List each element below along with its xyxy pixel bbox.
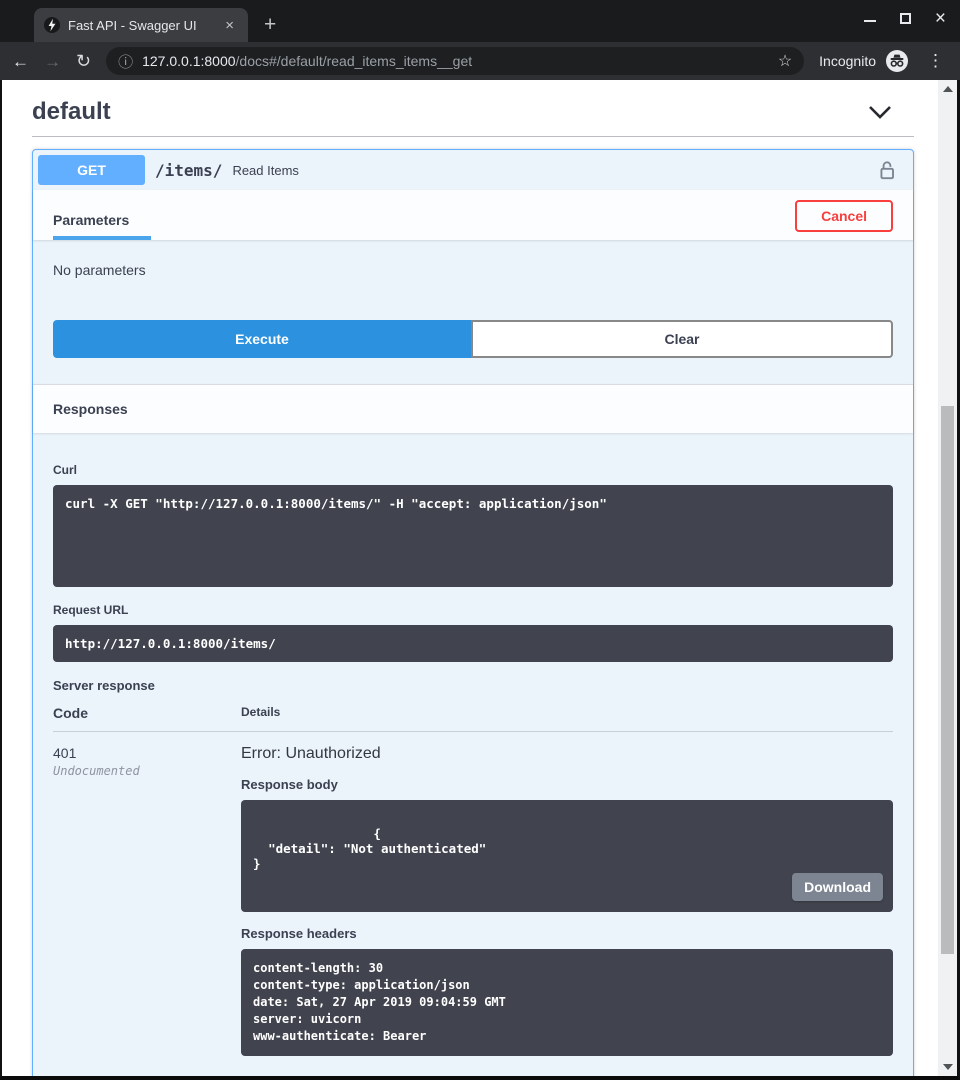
clear-button[interactable]: Clear [471, 320, 893, 358]
response-headers-block: content-length: 30 content-type: applica… [241, 949, 893, 1056]
status-code: 401 [53, 745, 241, 761]
tab-strip: Fast API - Swagger UI × + × [0, 0, 960, 42]
minimize-button[interactable] [864, 15, 876, 22]
tab-close-icon[interactable]: × [221, 17, 238, 34]
response-body-block: { "detail": "Not authenticated" } Downlo… [241, 800, 893, 912]
forward-icon[interactable]: → [44, 53, 61, 70]
column-header-code: Code [53, 705, 241, 732]
response-body-label: Response body [241, 777, 893, 792]
request-url-value: http://127.0.0.1:8000/items/ [53, 625, 893, 662]
curl-label: Curl [53, 463, 893, 477]
column-header-details: Details [241, 705, 893, 732]
incognito-indicator: Incognito [819, 50, 908, 72]
response-headers-label: Response headers [241, 926, 893, 941]
section-divider [32, 136, 914, 137]
scrollbar-down-arrow-icon[interactable] [943, 1064, 953, 1070]
method-badge: GET [38, 155, 145, 185]
unlock-icon[interactable] [878, 160, 896, 181]
url-text: 127.0.0.1:8000/docs#/default/read_items_… [142, 53, 472, 69]
responses-body: Curl curl -X GET "http://127.0.0.1:8000/… [33, 433, 913, 1076]
window-controls: × [864, 13, 946, 24]
execute-button[interactable]: Execute [53, 320, 471, 358]
reload-icon[interactable]: ↻ [76, 52, 91, 70]
parameters-header: Parameters Cancel [33, 190, 913, 240]
scrollbar[interactable] [938, 80, 957, 1076]
chevron-down-icon[interactable] [868, 105, 892, 119]
response-details-cell: Error: Unauthorized Response body { "det… [241, 732, 893, 1056]
server-response-label: Server response [53, 678, 893, 693]
swagger-page: default GET /items/ Read Items [2, 80, 938, 1076]
url-host: 127.0.0.1:8000 [142, 53, 235, 69]
request-url-label: Request URL [53, 603, 893, 617]
bookmark-star-icon[interactable]: ☆ [778, 51, 792, 71]
page-info-icon[interactable]: ⓘ [118, 51, 133, 72]
url-path: /docs#/default/read_items_items__get [236, 53, 473, 69]
browser-toolbar: ← → ↻ ⓘ 127.0.0.1:8000/docs#/default/rea… [0, 42, 960, 80]
scrollbar-thumb[interactable] [941, 406, 954, 954]
address-bar[interactable]: ⓘ 127.0.0.1:8000/docs#/default/read_item… [106, 47, 804, 75]
execute-row: Execute Clear [33, 306, 913, 384]
cancel-button[interactable]: Cancel [795, 200, 893, 232]
error-status-text: Error: Unauthorized [241, 745, 893, 763]
tab-title: Fast API - Swagger UI [68, 18, 213, 33]
browser-tab[interactable]: Fast API - Swagger UI × [34, 8, 248, 42]
window-close-button[interactable]: × [935, 13, 946, 24]
favicon-fastapi-icon [44, 17, 60, 33]
opblock-get-items: GET /items/ Read Items Parameters Cancel… [32, 149, 914, 1076]
operation-summary[interactable]: GET /items/ Read Items [33, 150, 913, 190]
maximize-button[interactable] [900, 13, 911, 24]
documented-responses-label: Responses [53, 1074, 893, 1076]
new-tab-button[interactable]: + [264, 14, 276, 35]
browser-window: Fast API - Swagger UI × + × ← → ↻ ⓘ 127.… [0, 0, 960, 1080]
undocumented-note: Undocumented [53, 764, 241, 778]
tag-title: default [32, 98, 111, 126]
server-response-table: Code Details 401 Undocumented Error: Una… [53, 705, 893, 1056]
incognito-icon [886, 50, 908, 72]
back-icon[interactable]: ← [12, 53, 29, 70]
page-viewport: default GET /items/ Read Items [0, 80, 960, 1080]
operation-summary-text: Read Items [232, 163, 298, 178]
no-parameters-message: No parameters [33, 240, 913, 306]
tag-section-header[interactable]: default [32, 94, 914, 136]
response-body-json: { "detail": "Not authenticated" } [253, 826, 486, 871]
operation-path: /items/ [155, 161, 222, 180]
browser-menu-icon[interactable]: ⋮ [923, 51, 948, 71]
responses-band-title: Responses [33, 384, 913, 433]
incognito-label: Incognito [819, 53, 876, 69]
scrollbar-up-arrow-icon[interactable] [943, 86, 953, 92]
tab-parameters[interactable]: Parameters [53, 212, 151, 240]
curl-command[interactable]: curl -X GET "http://127.0.0.1:8000/items… [53, 485, 893, 587]
download-button[interactable]: Download [792, 873, 883, 901]
response-code-cell: 401 Undocumented [53, 732, 241, 1056]
